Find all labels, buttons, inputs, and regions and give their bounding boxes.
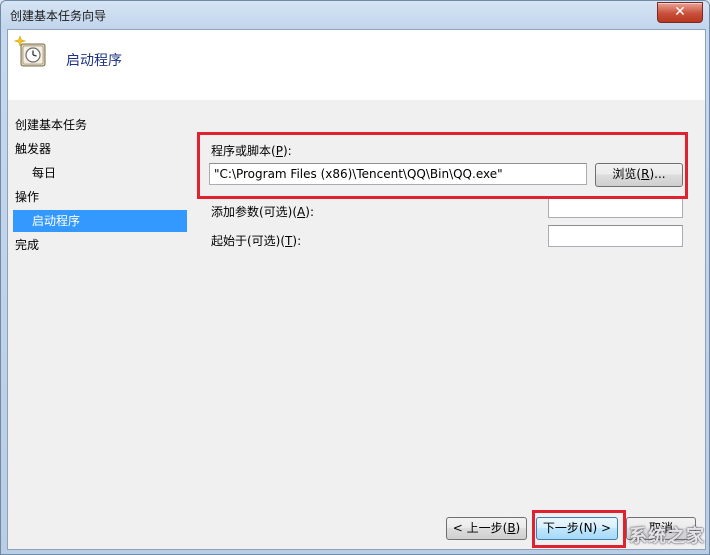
wizard-header: 启动程序 bbox=[8, 30, 705, 100]
nav-item-action[interactable]: 操作 bbox=[15, 186, 39, 208]
arguments-label: 添加参数(可选)(A): bbox=[211, 205, 314, 219]
program-highlight-box bbox=[197, 132, 688, 199]
start-in-label: 起始于(可选)(T): bbox=[211, 234, 302, 248]
title-bar[interactable]: 创建基本任务向导 ✕ bbox=[1, 1, 709, 29]
start-in-input[interactable] bbox=[548, 225, 683, 247]
window-title: 创建基本任务向导 bbox=[10, 9, 107, 23]
wizard-step-list: 创建基本任务 触发器 每日 操作 启动程序 完成 bbox=[8, 110, 188, 550]
nav-item-finish[interactable]: 完成 bbox=[15, 234, 39, 256]
close-button[interactable]: ✕ bbox=[657, 2, 703, 23]
nav-item-trigger[interactable]: 触发器 bbox=[15, 138, 51, 160]
clock-sparkle-icon bbox=[14, 35, 46, 67]
page-title: 启动程序 bbox=[66, 53, 122, 69]
back-button[interactable]: < 上一步(B) bbox=[446, 517, 527, 540]
wizard-client-area: 启动程序 创建基本任务 触发器 每日 操作 启动程序 完成 程序或脚本(P): … bbox=[7, 29, 706, 550]
nav-item-create-basic-task[interactable]: 创建基本任务 bbox=[15, 114, 87, 136]
site-watermark: 系统之家 bbox=[629, 526, 705, 547]
nav-item-daily[interactable]: 每日 bbox=[32, 162, 56, 184]
next-highlight-box bbox=[532, 510, 626, 548]
arguments-input[interactable] bbox=[548, 196, 683, 218]
wizard-window: 创建基本任务向导 ✕ 启动程序 创建基本任务 触发器 每日 操作 启动程序 完成 bbox=[0, 0, 710, 555]
nav-item-start-program[interactable]: 启动程序 bbox=[13, 210, 187, 232]
close-icon: ✕ bbox=[674, 4, 686, 20]
